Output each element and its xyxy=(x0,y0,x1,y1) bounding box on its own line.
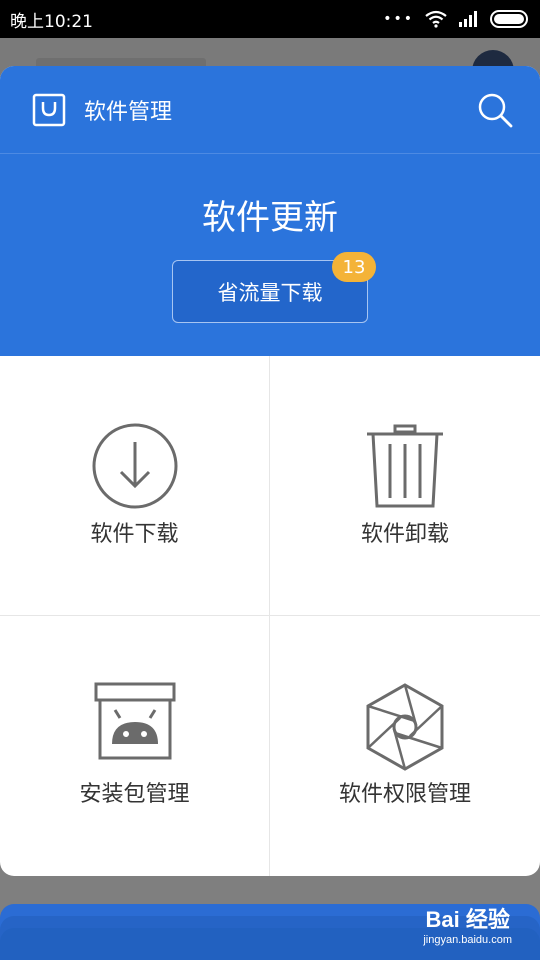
baidu-jingyan-watermark: Bai 经验 jingyan.baidu.com xyxy=(423,902,512,946)
hexagon-permission-icon xyxy=(366,683,444,771)
update-count-badge: 13 xyxy=(332,252,376,282)
feature-grid: 软件下载 软件卸载 安装包管理 软件权限管理 xyxy=(0,356,540,876)
grid-item-label: 软件卸载 xyxy=(360,522,449,547)
software-management-sheet: 软件管理 软件更新 省流量下载 13 软件下载 软件卸载 安装包管理 软件权限管… xyxy=(0,66,540,876)
grid-item-software-download[interactable]: 软件下载 xyxy=(0,356,270,616)
shopping-bag-icon xyxy=(32,93,66,126)
android-package-icon xyxy=(94,682,175,760)
grid-item-label: 安装包管理 xyxy=(79,782,190,807)
battery-icon xyxy=(490,10,528,28)
status-time: 晚上10:21 xyxy=(10,11,93,32)
status-icons: ••• xyxy=(383,10,528,28)
grid-item-label: 软件权限管理 xyxy=(338,782,471,807)
trash-icon xyxy=(367,424,443,508)
status-bar: 晚上10:21 ••• xyxy=(0,0,540,38)
grid-item-permission-management[interactable]: 软件权限管理 xyxy=(270,616,540,876)
cell-signal-icon xyxy=(459,11,477,27)
grid-item-software-uninstall[interactable]: 软件卸载 xyxy=(270,356,540,616)
watermark-url: jingyan.baidu.com xyxy=(423,934,512,946)
sheet-header: 软件管理 软件更新 省流量下载 13 xyxy=(0,66,540,356)
grid-item-label: 软件下载 xyxy=(90,522,179,547)
title-bar: 软件管理 xyxy=(0,66,540,154)
page-title: 软件管理 xyxy=(84,99,173,125)
search-icon[interactable] xyxy=(476,91,514,129)
wifi-icon xyxy=(425,10,447,28)
grid-item-package-management[interactable]: 安装包管理 xyxy=(0,616,270,876)
update-title: 软件更新 xyxy=(202,198,338,238)
signal-dots: ••• xyxy=(383,11,414,27)
watermark-brand: Bai 经验 xyxy=(425,907,510,932)
download-icon xyxy=(92,423,177,509)
